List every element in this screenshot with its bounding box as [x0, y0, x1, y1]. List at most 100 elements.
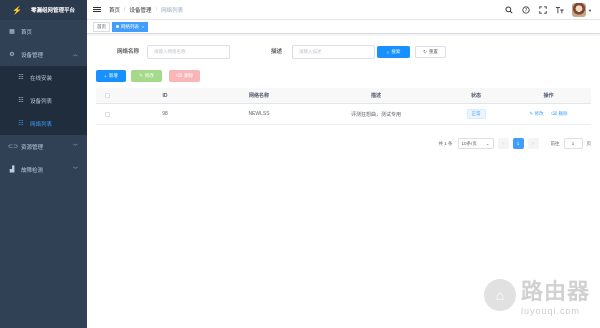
edit-button-label: 修改 — [144, 73, 154, 78]
description-input[interactable]: 请输入描述 — [292, 45, 375, 59]
description-label: 描述 — [271, 49, 283, 55]
row-delete-label: 删除 — [558, 111, 568, 116]
cell-actions: ✎ 修改 ⌫ 删除 — [506, 111, 591, 117]
tags-view: 首页 网络列表 × — [87, 20, 600, 34]
app-title: 零漏组网管理平台 — [30, 8, 75, 14]
page-suffix-label: 页 — [586, 140, 592, 146]
user-avatar[interactable] — [572, 3, 587, 17]
sidebar-item-device-management[interactable]: ⚙ 设备管理 ︿ — [0, 43, 87, 66]
column-header-id: ID — [162, 92, 168, 99]
list-icon: ☷ — [18, 98, 24, 104]
watermark-text: 路由器 luyouqi.com — [521, 274, 590, 316]
trash-icon: ⌫ — [175, 73, 183, 78]
refresh-icon: ↻ — [423, 49, 427, 54]
sidebar-item-device-list[interactable]: ☷ 设备列表 — [0, 89, 87, 112]
list-icon: ☷ — [18, 121, 24, 127]
add-button-label: 新增 — [108, 73, 118, 78]
column-header-description: 描述 — [370, 93, 381, 99]
cell-id: 98 — [162, 111, 168, 117]
caret-down-icon[interactable]: ▼ — [588, 8, 592, 13]
search-button-label: 搜索 — [391, 49, 401, 54]
watermark-cn: 路由器 — [520, 280, 590, 305]
delete-button[interactable]: ⌫ 删除 — [169, 70, 200, 82]
watermark: ⌂ 路由器 luyouqi.com — [483, 274, 590, 316]
chart-icon: ▟ — [9, 167, 15, 173]
next-page-button[interactable]: › — [527, 138, 539, 149]
select-all-cell[interactable] — [96, 93, 118, 98]
search-button[interactable]: ○ 搜索 — [377, 46, 410, 58]
sidebar-item-label: 网络列表 — [30, 121, 53, 128]
pagination: 共 1 条 10条/页 ⌄ ‹ 1 › 前往 1 页 — [438, 138, 591, 149]
device-submenu: ☷ 在线安装 ☷ 设备列表 ☷ 网络列表 — [0, 66, 87, 135]
delete-button-label: 删除 — [184, 73, 194, 78]
network-table: ID 网络名称 描述 状态 操作 98 NEWLSS 评测狂想曲，测试专用 正常… — [96, 88, 591, 125]
dashboard-icon: ▦ — [9, 29, 15, 35]
sidebar-item-network-list[interactable]: ☷ 网络列表 — [0, 112, 87, 135]
font-size-icon[interactable] — [555, 6, 564, 15]
watermark-router-icon: ⌂ — [483, 279, 516, 311]
sidebar-item-resource-management[interactable]: ⊂⊃ 资源管理 ﹀ — [0, 135, 87, 158]
link-icon: ⊂⊃ — [8, 144, 19, 150]
search-form: 网络名称 请输入网络名称 描述 请输入描述 ○ 搜索 ↻ 重置 — [87, 45, 600, 59]
row-delete-link[interactable]: ⌫ 删除 — [551, 111, 568, 116]
cell-description: 评测狂想曲，测试专用 — [350, 111, 401, 118]
column-header-status: 状态 — [470, 93, 481, 99]
row-edit-label: 修改 — [534, 111, 544, 116]
edit-button[interactable]: ✎ 修改 — [131, 70, 162, 82]
chevron-down-icon: ﹀ — [72, 167, 78, 173]
reset-button-label: 重置 — [428, 49, 438, 54]
active-dot-icon — [116, 25, 119, 28]
sidebar-item-online-install[interactable]: ☷ 在线安装 — [0, 66, 87, 89]
row-checkbox[interactable] — [104, 111, 110, 117]
page-number-current[interactable]: 1 — [512, 138, 524, 149]
prev-page-button[interactable]: ‹ — [497, 138, 509, 149]
column-header-actions: 操作 — [543, 93, 554, 99]
search-icon: ○ — [386, 49, 390, 55]
row-select-cell[interactable] — [96, 111, 118, 117]
goto-page-input[interactable]: 1 — [563, 138, 583, 149]
edit-icon: ✎ — [139, 73, 143, 78]
close-icon[interactable]: × — [142, 22, 144, 31]
row-edit-link[interactable]: ✎ 修改 — [529, 111, 543, 116]
add-button[interactable]: + 新增 — [96, 70, 126, 82]
breadcrumb-device-management[interactable]: 设备管理 — [130, 6, 152, 14]
breadcrumb-home[interactable]: 首页 — [109, 6, 120, 14]
plus-icon: + — [104, 73, 107, 79]
reset-button[interactable]: ↻ 重置 — [415, 46, 446, 58]
breadcrumb-separator: / — [124, 6, 126, 13]
select-all-checkbox[interactable] — [104, 93, 110, 98]
sidebar-item-label: 故障检测 — [21, 167, 44, 174]
sidebar-item-label: 资源管理 — [21, 144, 44, 151]
pagination-total: 共 1 条 — [438, 140, 453, 146]
gear-icon: ⚙ — [9, 52, 15, 58]
lightning-icon: ⚡ — [12, 5, 22, 15]
status-badge: 正常 — [466, 109, 486, 119]
fullscreen-icon[interactable] — [538, 6, 547, 15]
sidebar-item-fault-detection[interactable]: ▟ 故障检测 ﹀ — [0, 158, 87, 181]
main-content: 网络名称 请输入网络名称 描述 请输入描述 ○ 搜索 ↻ 重置 + 新增 ✎ 修改 ⌫ 删… — [87, 34, 600, 328]
tag-network-list[interactable]: 网络列表 × — [112, 21, 149, 32]
sidebar-item-label: 首页 — [21, 29, 33, 36]
chevron-up-icon: ︿ — [72, 52, 78, 58]
sidebar-item-label: 在线安装 — [30, 75, 53, 82]
table-header: ID 网络名称 描述 状态 操作 — [96, 88, 591, 104]
search-icon[interactable] — [504, 6, 513, 15]
column-header-name: 网络名称 — [248, 93, 269, 99]
tag-home[interactable]: 首页 — [93, 21, 110, 32]
chevron-down-icon: ⌄ — [485, 140, 490, 146]
page-size-select[interactable]: 10条/页 ⌄ — [457, 138, 494, 149]
cell-status: 正常 — [446, 109, 506, 119]
navbar: 首页 / 设备管理 / 网络列表 ? ▼ — [87, 0, 600, 20]
sidebar-item-home[interactable]: ▦ 首页 — [0, 20, 87, 43]
network-name-input[interactable]: 请输入网络名称 — [147, 45, 230, 59]
cell-name: NEWLSS — [248, 111, 270, 117]
help-icon[interactable]: ? — [521, 6, 530, 15]
navbar-actions: ? ▼ — [496, 0, 592, 20]
table-row[interactable]: 98 NEWLSS 评测狂想曲，测试专用 正常 ✎ 修改 ⌫ 删除 — [96, 104, 591, 125]
watermark-en: luyouqi.com — [520, 306, 581, 316]
chevron-down-icon: ﹀ — [72, 144, 78, 150]
tag-label: 首页 — [97, 24, 106, 29]
app-logo[interactable]: ⚡ 零漏组网管理平台 — [0, 0, 87, 20]
network-name-label: 网络名称 — [117, 49, 140, 55]
hamburger-icon[interactable] — [93, 5, 101, 13]
